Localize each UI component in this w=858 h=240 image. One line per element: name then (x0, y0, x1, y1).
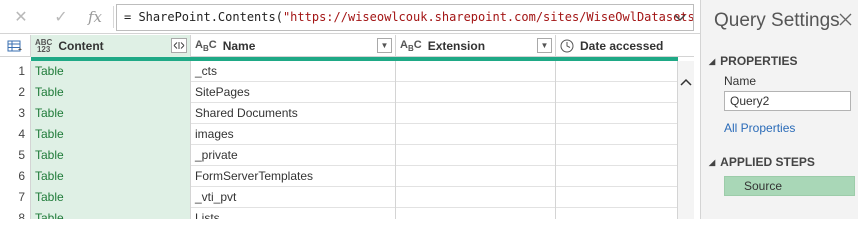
name-label: Name (724, 74, 757, 88)
datetime-type-clock-icon[interactable] (560, 39, 574, 53)
extension-cell[interactable] (396, 82, 556, 103)
extension-cell[interactable] (396, 124, 556, 145)
vertical-scrollbar[interactable] (678, 61, 694, 219)
date-accessed-cell[interactable] (556, 61, 678, 82)
date-accessed-cell[interactable] (556, 82, 678, 103)
column-header-name[interactable]: ABC Name ▼ (191, 35, 396, 57)
text-type-icon[interactable]: ABC (400, 39, 422, 53)
collapse-triangle-icon[interactable]: ◢ (709, 158, 715, 167)
table-row[interactable]: 4 Table images (0, 124, 694, 145)
formula-url: "https://wiseowlcouk.sharepoint.com/site… (282, 10, 694, 24)
row-number[interactable]: 3 (0, 103, 31, 124)
applied-steps-header-label: APPLIED STEPS (720, 155, 815, 169)
content-cell[interactable]: Table (31, 187, 191, 208)
row-number[interactable]: 4 (0, 124, 31, 145)
date-accessed-cell[interactable] (556, 187, 678, 208)
fx-icon[interactable]: fx (80, 4, 110, 30)
properties-section-header[interactable]: ◢ PROPERTIES (709, 54, 798, 68)
filter-dropdown-icon[interactable]: ▼ (537, 38, 552, 53)
data-grid: ABC 123 Content ABC Name ▼ ABC Extension … (0, 35, 694, 219)
expand-column-icon[interactable] (171, 38, 187, 53)
collapse-triangle-icon[interactable]: ◢ (709, 57, 715, 66)
content-cell[interactable]: Table (31, 82, 191, 103)
name-cell[interactable]: FormServerTemplates (191, 166, 396, 187)
extension-cell[interactable] (396, 103, 556, 124)
extension-cell[interactable] (396, 187, 556, 208)
table-row[interactable]: 2 Table SitePages (0, 82, 694, 103)
extension-cell[interactable] (396, 166, 556, 187)
table-row[interactable]: 6 Table FormServerTemplates (0, 166, 694, 187)
filter-dropdown-icon[interactable]: ▼ (377, 38, 392, 53)
properties-header-label: PROPERTIES (720, 54, 798, 68)
name-cell[interactable]: Lists (191, 208, 396, 219)
column-header-content-label: Content (58, 39, 104, 53)
row-number[interactable]: 7 (0, 187, 31, 208)
extension-cell[interactable] (396, 145, 556, 166)
content-cell[interactable]: Table (31, 166, 191, 187)
date-accessed-cell[interactable] (556, 166, 678, 187)
column-header-date-accessed[interactable]: Date accessed (556, 35, 694, 57)
table-row[interactable]: 8 Table Lists (0, 208, 694, 219)
content-cell[interactable]: Table (31, 208, 191, 219)
table-row[interactable]: 7 Table _vti_pvt (0, 187, 694, 208)
all-properties-link[interactable]: All Properties (724, 121, 795, 135)
date-accessed-cell[interactable] (556, 124, 678, 145)
close-icon[interactable] (839, 12, 853, 28)
scroll-up-chevron-icon[interactable] (680, 75, 692, 89)
row-number[interactable]: 5 (0, 145, 31, 166)
formula-prefix: = SharePoint.Contents( (124, 10, 283, 24)
formula-bar-divider (113, 6, 114, 28)
query-name-input[interactable]: Query2 (724, 91, 851, 111)
column-header-content[interactable]: ABC 123 Content (31, 35, 191, 57)
row-number[interactable]: 1 (0, 61, 31, 82)
extension-cell[interactable] (396, 61, 556, 82)
date-accessed-cell[interactable] (556, 208, 678, 219)
query-settings-pane: Query Settings ◢ PROPERTIES Name Query2 … (700, 0, 858, 219)
table-row[interactable]: 1 Table _cts (0, 61, 694, 82)
query-settings-title: Query Settings (714, 10, 840, 31)
date-accessed-cell[interactable] (556, 103, 678, 124)
applied-step-source[interactable]: Source (724, 176, 855, 196)
column-header-name-label: Name (222, 39, 256, 53)
row-number[interactable]: 6 (0, 166, 31, 187)
any-type-icon[interactable]: ABC 123 (35, 39, 52, 54)
formula-bar: ✕ ✓ fx = SharePoint.Contents("https://wi… (0, 0, 700, 34)
column-header-extension-label: Extension (427, 39, 486, 53)
expand-formula-chevron-down-icon[interactable] (671, 5, 689, 30)
name-cell[interactable]: _cts (191, 61, 396, 82)
column-header-row: ABC 123 Content ABC Name ▼ ABC Extension … (0, 35, 694, 57)
applied-steps-section-header[interactable]: ◢ APPLIED STEPS (709, 155, 815, 169)
table-row[interactable]: 5 Table _private (0, 145, 694, 166)
confirm-formula-icon[interactable]: ✓ (46, 4, 76, 30)
name-cell[interactable]: SitePages (191, 82, 396, 103)
content-cell[interactable]: Table (31, 124, 191, 145)
extension-cell[interactable] (396, 208, 556, 219)
name-cell[interactable]: _vti_pvt (191, 187, 396, 208)
name-cell[interactable]: _private (191, 145, 396, 166)
column-header-date-accessed-label: Date accessed (580, 39, 664, 53)
formula-input[interactable]: = SharePoint.Contents("https://wiseowlco… (116, 4, 694, 31)
row-number[interactable]: 8 (0, 208, 31, 219)
content-cell[interactable]: Table (31, 103, 191, 124)
name-cell[interactable]: Shared Documents (191, 103, 396, 124)
cancel-formula-icon[interactable]: ✕ (6, 4, 36, 30)
row-number[interactable]: 2 (0, 82, 31, 103)
table-menu-icon[interactable] (0, 35, 31, 57)
text-type-icon[interactable]: ABC (195, 39, 217, 53)
name-cell[interactable]: images (191, 124, 396, 145)
content-cell[interactable]: Table (31, 61, 191, 82)
date-accessed-cell[interactable] (556, 145, 678, 166)
content-cell[interactable]: Table (31, 145, 191, 166)
column-header-extension[interactable]: ABC Extension ▼ (396, 35, 556, 57)
table-row[interactable]: 3 Table Shared Documents (0, 103, 694, 124)
